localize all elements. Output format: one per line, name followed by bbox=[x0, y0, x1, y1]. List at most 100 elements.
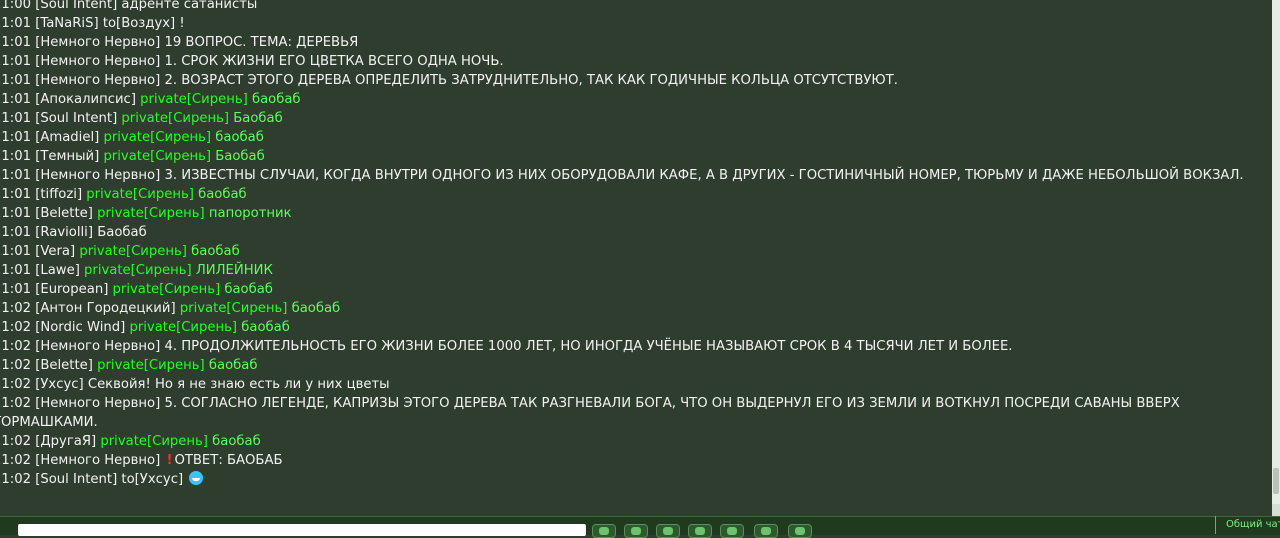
private-tag[interactable]: private[Сирень] bbox=[129, 320, 237, 335]
message-text: баобаб bbox=[251, 92, 301, 107]
smile-emoji-icon bbox=[189, 471, 204, 485]
message-text: баобаб bbox=[291, 301, 341, 316]
timestamp: 21:01 bbox=[0, 187, 32, 202]
private-tag[interactable]: private[Сирень] bbox=[113, 282, 221, 297]
message-text: баобаб bbox=[224, 282, 273, 297]
private-tag[interactable]: private[Сирень] bbox=[100, 434, 208, 449]
mail-icon[interactable] bbox=[624, 524, 648, 538]
settings-icon[interactable] bbox=[754, 524, 778, 538]
private-tag[interactable]: private[Сирень] bbox=[103, 130, 211, 145]
scroll-thumb[interactable] bbox=[1273, 468, 1279, 494]
chat-line: 21:01 [TaNaRiS] to[Воздух] ! bbox=[0, 14, 1272, 33]
private-tag[interactable]: private[Сирень] bbox=[180, 301, 288, 316]
timestamp: 21:00 bbox=[0, 0, 32, 12]
nickname[interactable]: European bbox=[40, 282, 103, 297]
chat-line: 21:01 [Amadiel] private[Сирень] баобаб bbox=[0, 128, 1272, 147]
nickname[interactable]: Антон Городецкий bbox=[40, 301, 170, 316]
chat-line: 21:02 [Soul Intent] to[Ухсус] bbox=[0, 470, 1272, 489]
exclamation-icon: ! bbox=[166, 453, 173, 468]
timestamp: 21:01 bbox=[0, 225, 32, 240]
nickname[interactable]: Soul Intent bbox=[40, 0, 112, 12]
chat-line: 21:01 [Vera] private[Сирень] баобаб bbox=[0, 242, 1272, 261]
private-tag[interactable]: private[Сирень] bbox=[84, 263, 192, 278]
scroll-down-arrow[interactable] bbox=[1272, 504, 1280, 516]
timestamp: 21:01 bbox=[0, 130, 32, 145]
nickname[interactable]: Немного Нервно bbox=[40, 339, 155, 354]
keyboard-icon[interactable] bbox=[788, 524, 812, 538]
private-tag[interactable]: private[Сирень] bbox=[86, 187, 194, 202]
private-tag[interactable]: private[Сирень] bbox=[140, 92, 248, 107]
timestamp: 21:01 bbox=[0, 168, 32, 183]
private-tag[interactable]: private[Сирень] bbox=[79, 244, 187, 259]
message-text: папоротник bbox=[208, 206, 292, 221]
message-text: Баобаб bbox=[215, 149, 265, 164]
nickname[interactable]: Nordic Wind bbox=[40, 320, 120, 335]
chat-line: 21:01 [Lawe] private[Сирень] ЛИЛЕЙНИК bbox=[0, 261, 1272, 280]
nickname[interactable]: Lawe bbox=[40, 263, 74, 278]
nickname[interactable]: Ухсус bbox=[40, 377, 78, 392]
chat-line: 21:01 [Soul Intent] private[Сирень] Баоб… bbox=[0, 109, 1272, 128]
message-text: баобаб bbox=[191, 244, 240, 259]
message-text: 1. СРОК ЖИЗНИ ЕГО ЦВЕТКА ВСЕГО ОДНА НОЧЬ… bbox=[164, 54, 504, 69]
nickname[interactable]: tiffozi bbox=[40, 187, 77, 202]
private-tag[interactable]: private[Сирень] bbox=[97, 358, 205, 373]
nickname[interactable]: Апокалипсис bbox=[40, 92, 130, 107]
message-text: 3. ИЗВЕСТНЫ СЛУЧАИ, КОГДА ВНУТРИ ОДНОГО … bbox=[164, 168, 1244, 183]
nickname[interactable]: Немного Нервно bbox=[40, 453, 155, 468]
message-target[interactable]: to[Ухсус] bbox=[121, 472, 183, 487]
message-text: баобаб bbox=[212, 434, 261, 449]
message-text: Секвойя! Но я не знаю есть ли у них цвет… bbox=[87, 377, 390, 392]
message-text: баобаб bbox=[198, 187, 247, 202]
timestamp: 21:01 bbox=[0, 92, 32, 107]
nickname[interactable]: Belette bbox=[40, 358, 87, 373]
message-target[interactable]: to[Воздух] bbox=[103, 16, 175, 31]
message-text: ! bbox=[179, 16, 185, 31]
chat-line: 21:02 [Немного Нервно] 4. ПРОДОЛЖИТЕЛЬНО… bbox=[0, 337, 1272, 356]
nickname[interactable]: Amadiel bbox=[40, 130, 94, 145]
chat-line: 21:01 [Немного Нервно] 2. ВОЗРАСТ ЭТОГО … bbox=[0, 71, 1272, 90]
chat-scrollbar[interactable] bbox=[1272, 0, 1280, 516]
timestamp: 21:01 bbox=[0, 73, 32, 88]
timestamp: 21:02 bbox=[0, 434, 32, 449]
private-tag[interactable]: private[Сирень] bbox=[97, 206, 205, 221]
private-tag[interactable]: private[Сирень] bbox=[103, 149, 211, 164]
message-text: баобаб bbox=[215, 130, 264, 145]
nickname[interactable]: Немного Нервно bbox=[40, 54, 155, 69]
nickname[interactable]: Немного Нервно bbox=[40, 73, 155, 88]
message-text: баобаб bbox=[241, 320, 290, 335]
timestamp: 21:01 bbox=[0, 149, 32, 164]
nickname[interactable]: Soul Intent bbox=[40, 111, 112, 126]
nickname[interactable]: Belette bbox=[40, 206, 87, 221]
nickname[interactable]: ДругаЯ bbox=[40, 434, 91, 449]
chat-log: 21:00 [Soul Intent] адренте сатанисты21:… bbox=[0, 0, 1272, 516]
timestamp: 21:02 bbox=[0, 320, 32, 335]
message-text: адренте сатанисты bbox=[121, 0, 258, 12]
globe-icon[interactable] bbox=[592, 524, 616, 538]
chat-line: 21:01 [tiffozi] private[Сирень] баобаб bbox=[0, 185, 1272, 204]
timestamp: 21:02 bbox=[0, 453, 32, 468]
private-tag[interactable]: private[Сирень] bbox=[121, 111, 229, 126]
nickname[interactable]: Немного Нервно bbox=[40, 396, 155, 411]
timestamp: 21:01 bbox=[0, 282, 32, 297]
smile-icon[interactable] bbox=[656, 524, 680, 538]
chat-line: 21:01 [Немного Нервно] 19 ВОПРОС. ТЕМА: … bbox=[0, 33, 1272, 52]
nickname[interactable]: TaNaRiS bbox=[40, 16, 93, 31]
chat-line: 21:01 [Темный] private[Сирень] Баобаб bbox=[0, 147, 1272, 166]
general-chat-tab[interactable]: Общий чат bbox=[1215, 516, 1280, 534]
chat-input[interactable] bbox=[18, 524, 586, 536]
chat-line: 21:02 [Немного Нервно] !ОТВЕТ: БАОБАБ bbox=[0, 451, 1272, 470]
search-icon[interactable] bbox=[720, 524, 744, 538]
timestamp: 21:01 bbox=[0, 16, 32, 31]
user-icon[interactable] bbox=[688, 524, 712, 538]
nickname[interactable]: Немного Нервно bbox=[40, 168, 155, 183]
nickname[interactable]: Немного Нервно bbox=[40, 35, 155, 50]
nickname[interactable]: Soul Intent bbox=[40, 472, 112, 487]
nickname[interactable]: Vera bbox=[40, 244, 70, 259]
nickname[interactable]: Raviolli bbox=[40, 225, 87, 240]
message-text: 19 ВОПРОС. ТЕМА: ДЕРЕВЬЯ bbox=[164, 35, 359, 50]
timestamp: 21:01 bbox=[0, 111, 32, 126]
message-text: 2. ВОЗРАСТ ЭТОГО ДЕРЕВА ОПРЕДЕЛИТЬ ЗАТРУ… bbox=[164, 73, 898, 88]
chat-lines: 21:00 [Soul Intent] адренте сатанисты21:… bbox=[0, 0, 1272, 489]
message-text: 4. ПРОДОЛЖИТЕЛЬНОСТЬ ЕГО ЖИЗНИ БОЛЕЕ 100… bbox=[164, 339, 1013, 354]
nickname[interactable]: Темный bbox=[40, 149, 94, 164]
